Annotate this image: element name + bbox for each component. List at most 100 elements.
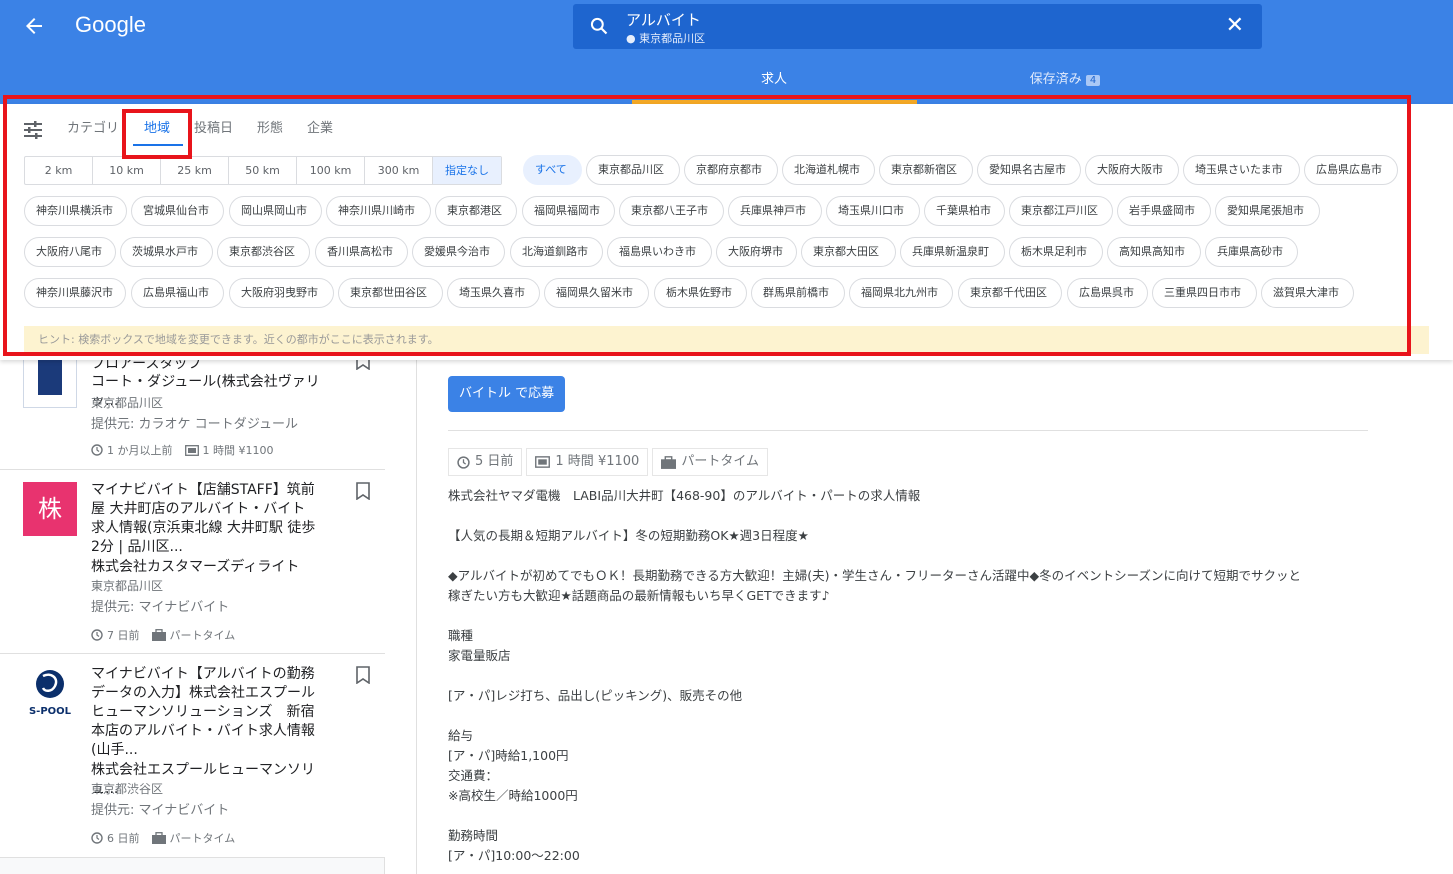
- region-chip[interactable]: 福岡県福岡市: [522, 196, 615, 226]
- saved-count-badge: 4: [1085, 75, 1101, 86]
- job-company: 株式会社カスタマーズディライト: [91, 559, 300, 575]
- region-chip[interactable]: 大阪府羽曳野市: [229, 278, 334, 308]
- region-chip[interactable]: 神奈川県横浜市: [24, 196, 127, 226]
- filter-tab-posted[interactable]: 投稿日: [194, 117, 233, 136]
- region-chip[interactable]: 東京都大田区: [801, 237, 896, 267]
- job-tags: 5 日前 1 時間 ¥1100 パートタイム: [448, 448, 769, 476]
- region-chip[interactable]: 三重県四日市市: [1152, 278, 1257, 308]
- region-chip[interactable]: 栃木県佐野市: [654, 278, 747, 308]
- region-chip[interactable]: 香川県高松市: [315, 237, 408, 267]
- distance-option-selected[interactable]: 指定なし: [433, 157, 501, 184]
- region-chip[interactable]: 北海道釧路市: [510, 237, 603, 267]
- region-chip[interactable]: 大阪府八尾市: [24, 237, 116, 267]
- apply-button[interactable]: バイトル で応募: [448, 376, 566, 412]
- job-card[interactable]: 株 マイナビバイト【店舗STAFF】筑前 屋 大井町店のアルバイト・バイト 求人…: [0, 470, 385, 654]
- search-box[interactable]: アルバイト ● 東京都品川区 ✕: [573, 4, 1262, 49]
- region-chip[interactable]: 岩手県盛岡市: [1117, 196, 1211, 226]
- clock-icon: [91, 832, 103, 844]
- job-description: 株式会社ヤマダ電機 LABI品川大井町【468-90】のアルバイト・パートの求人…: [448, 488, 1301, 863]
- region-chip[interactable]: 兵庫県新温泉町: [900, 237, 1005, 267]
- job-info: 6 日前 パートタイム: [91, 830, 235, 846]
- money-icon: [535, 456, 551, 468]
- clear-search-icon[interactable]: ✕: [1226, 13, 1244, 38]
- job-location: 東京都品川区: [91, 579, 164, 593]
- region-chip[interactable]: 栃木県足利市: [1009, 237, 1103, 267]
- filter-tab-company[interactable]: 企業: [307, 117, 333, 136]
- back-arrow-icon[interactable]: [18, 10, 50, 42]
- region-chip[interactable]: 北海道札幌市: [782, 155, 875, 185]
- search-location: ● 東京都品川区: [626, 32, 706, 45]
- region-chip[interactable]: 福岡県久留米市: [544, 278, 649, 308]
- region-chip[interactable]: 愛媛県今治市: [412, 237, 505, 267]
- region-chip[interactable]: 岡山県岡山市: [229, 196, 322, 226]
- region-chip[interactable]: 東京都八王子市: [619, 196, 724, 226]
- job-card[interactable]: フロアースタッフ コート・ダジュール(株式会社ヴァリッ... 東京都品川区 提供…: [0, 352, 385, 470]
- region-chip[interactable]: 広島県広島市: [1304, 155, 1398, 185]
- region-chip[interactable]: 東京都新宿区: [879, 155, 973, 185]
- region-chip[interactable]: 大阪府堺市: [716, 237, 797, 267]
- region-chip[interactable]: 千葉県柏市: [924, 196, 1005, 226]
- region-chip[interactable]: 愛知県名古屋市: [977, 155, 1081, 185]
- region-chip[interactable]: 広島県福山市: [131, 278, 224, 308]
- region-chip[interactable]: 滋賀県大津市: [1261, 278, 1354, 308]
- region-chip[interactable]: 高知県高知市: [1107, 237, 1201, 267]
- job-card[interactable]: S-POOL マイナビバイト【アルバイトの勤務 データの入力】株式会社エスプール…: [0, 654, 385, 858]
- region-chip[interactable]: 東京都江戸川区: [1009, 196, 1113, 226]
- distance-option[interactable]: 50 km: [229, 157, 297, 184]
- region-chip-selected[interactable]: すべて: [523, 155, 582, 185]
- app-header: Google アルバイト ● 東京都品川区 ✕ 求人 保存済み 4: [0, 0, 1453, 104]
- region-chip[interactable]: 京都府京都市: [684, 155, 778, 185]
- job-detail: バイトル で応募 5 日前 1 時間 ¥1100 パートタイム 株式会社ヤマダ電…: [416, 360, 1453, 874]
- region-chip[interactable]: 茨城県水戸市: [120, 237, 213, 267]
- region-chip[interactable]: 埼玉県川口市: [826, 196, 920, 226]
- job-info: 1 か月以上前 1 時間 ¥1100: [91, 442, 273, 458]
- region-chip[interactable]: 埼玉県さいたま市: [1183, 155, 1300, 185]
- filter-tab-type[interactable]: 形態: [257, 117, 283, 136]
- region-hint-banner: ヒント: 検索ボックスで地域を変更できます。近くの都市がここに表示されます。: [24, 326, 1429, 354]
- briefcase-icon: [151, 832, 166, 844]
- region-chip[interactable]: 福岡県北九州市: [849, 278, 953, 308]
- filter-tab-underline: [133, 144, 183, 146]
- region-chip[interactable]: 兵庫県高砂市: [1205, 237, 1298, 267]
- region-chip[interactable]: 埼玉県久喜市: [447, 278, 540, 308]
- distance-option[interactable]: 300 km: [365, 157, 433, 184]
- region-chip[interactable]: 神奈川県川崎市: [326, 196, 431, 226]
- tune-filter-icon[interactable]: [24, 121, 42, 139]
- filter-tab-region[interactable]: 地域: [144, 117, 170, 136]
- filter-tab-category[interactable]: カテゴリ: [67, 117, 119, 136]
- company-logo-icon: [38, 359, 62, 395]
- region-chip[interactable]: 宮城県仙台市: [131, 196, 224, 226]
- job-info: 7 日前 パートタイム: [91, 627, 235, 643]
- region-chip[interactable]: 神奈川県藤沢市: [24, 278, 126, 308]
- region-chip[interactable]: 愛知県尾張旭市: [1215, 196, 1320, 226]
- tab-jobs[interactable]: 求人: [744, 68, 804, 87]
- bookmark-icon[interactable]: [355, 666, 371, 684]
- pay-tag: 1 時間 ¥1100: [526, 448, 649, 476]
- region-chip[interactable]: 東京都千代田区: [958, 278, 1062, 308]
- distance-option[interactable]: 2 km: [25, 157, 93, 184]
- region-chip[interactable]: 東京都渋谷区: [217, 237, 310, 267]
- job-thumbnail: S-POOL: [23, 666, 77, 720]
- distance-option[interactable]: 100 km: [297, 157, 365, 184]
- job-title: マイナビバイト【アルバイトの勤務 データの入力】株式会社エスプール ヒューマンソ…: [91, 666, 315, 758]
- job-thumbnail: 株: [23, 482, 77, 536]
- location-dot-icon: ●: [626, 32, 640, 45]
- divider: [448, 430, 1368, 431]
- job-location: 東京都渋谷区: [91, 782, 164, 796]
- region-chip[interactable]: 広島県呉市: [1067, 278, 1148, 308]
- briefcase-icon: [661, 455, 677, 469]
- distance-option[interactable]: 25 km: [161, 157, 229, 184]
- tab-saved[interactable]: 保存済み 4: [1020, 68, 1110, 87]
- region-chip[interactable]: 東京都世田谷区: [338, 278, 443, 308]
- job-list[interactable]: フロアースタッフ コート・ダジュール(株式会社ヴァリッ... 東京都品川区 提供…: [0, 352, 385, 874]
- clock-icon: [457, 455, 470, 469]
- bookmark-icon[interactable]: [355, 482, 371, 500]
- distance-option[interactable]: 10 km: [93, 157, 161, 184]
- region-chip[interactable]: 大阪府大阪市: [1085, 155, 1179, 185]
- region-chip[interactable]: 東京都品川区: [586, 155, 680, 185]
- region-chip[interactable]: 東京都港区: [435, 196, 517, 226]
- region-chip[interactable]: 群馬県前橋市: [751, 278, 845, 308]
- region-chip[interactable]: 兵庫県神戸市: [728, 196, 822, 226]
- google-logo[interactable]: Google: [75, 12, 146, 38]
- region-chip[interactable]: 福島県いわき市: [607, 237, 712, 267]
